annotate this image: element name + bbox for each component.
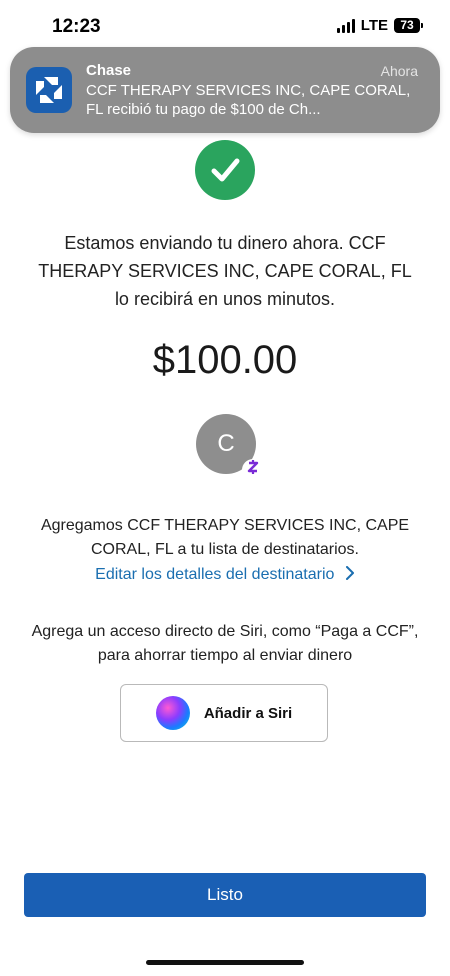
add-to-siri-button[interactable]: Añadir a Siri (120, 684, 328, 742)
done-button[interactable]: Listo (24, 873, 426, 917)
edit-recipient-label: Editar los detalles del destinatario (95, 566, 335, 583)
zelle-icon (242, 459, 264, 481)
notification-app-name: Chase (86, 62, 132, 79)
signal-icon (336, 18, 355, 33)
notification-text: CCF THERAPY SERVICES INC, CAPE CORAL, FL… (86, 82, 411, 118)
notification-banner[interactable]: Chase Ahora CCF THERAPY SERVICES INC, CA… (10, 47, 440, 133)
payment-amount: $100.00 (152, 338, 298, 382)
status-bar: 12:23 LTE 73 (0, 0, 450, 52)
status-indicators: LTE 73 (336, 17, 423, 34)
chase-logo-icon (26, 67, 72, 113)
siri-shortcut-message: Agrega un acceso directo de Siri, como “… (31, 623, 419, 664)
edit-recipient-link[interactable]: Editar los detalles del destinatario (0, 566, 450, 584)
confirmation-message: Estamos enviando tu dinero ahora. CCF TH… (38, 233, 412, 309)
siri-icon (155, 696, 190, 730)
notification-time: Ahora (380, 63, 418, 79)
add-to-siri-label: Añadir a Siri (203, 704, 293, 722)
battery-icon: 73 (394, 18, 423, 33)
status-time: 12:23 (52, 16, 101, 37)
checkmark-icon (195, 140, 255, 200)
network-label: LTE (360, 17, 388, 34)
home-indicator[interactable] (146, 960, 304, 965)
recipient-added-message: Agregamos CCF THERAPY SERVICES INC, CAPE… (40, 517, 410, 558)
chevron-right-icon (345, 566, 354, 580)
